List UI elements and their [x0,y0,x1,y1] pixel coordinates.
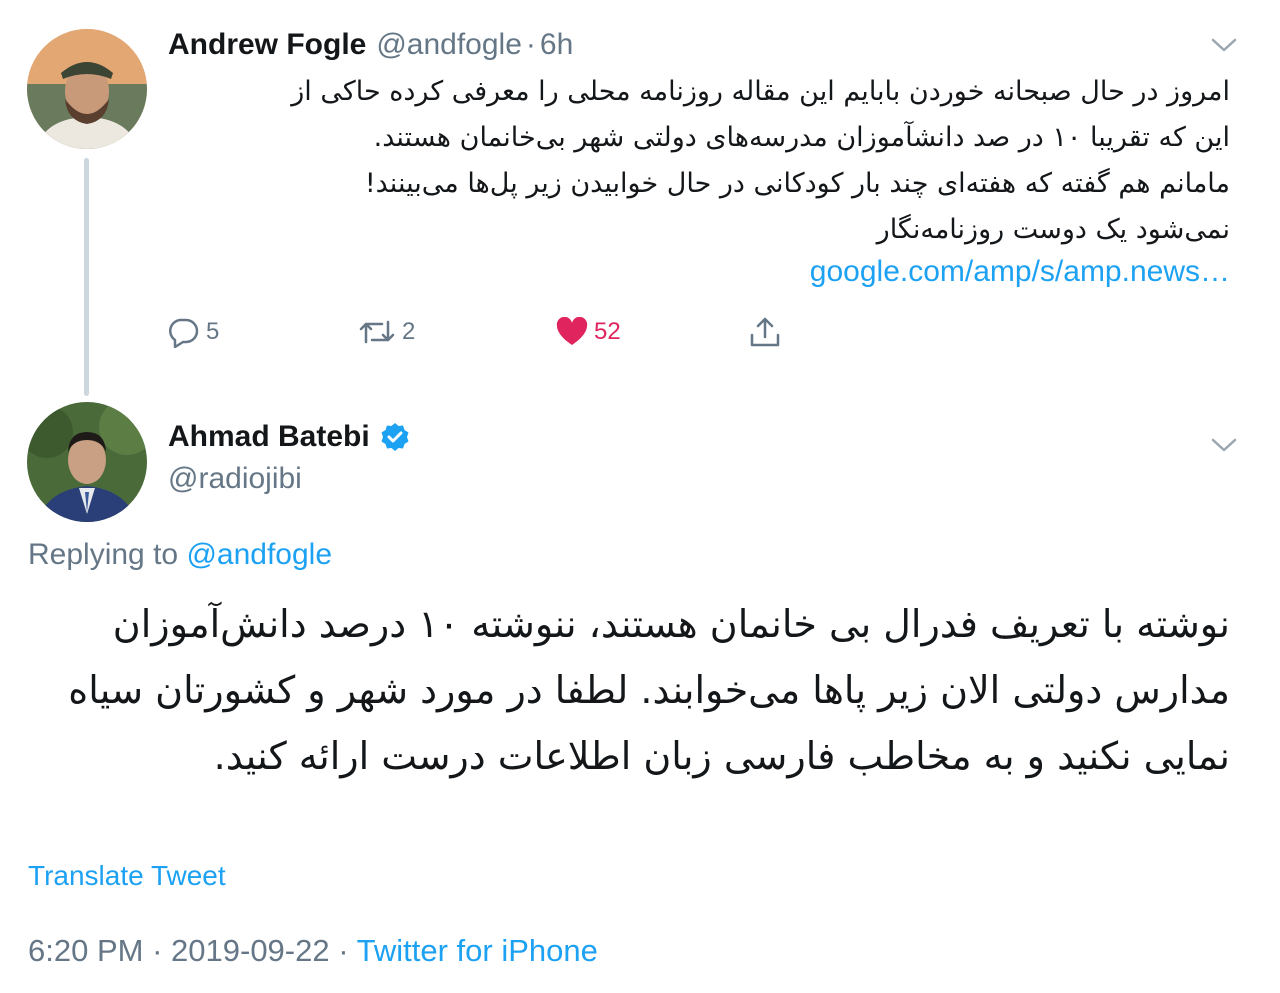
parent-tweet-line-2: این که تقریبا ۱۰ در صد دانشآموزان مدرسه‌… [373,122,1230,153]
share-icon [750,317,780,347]
reply-icon [168,318,199,348]
reply-tweet-header: Ahmad Batebi [168,420,410,454]
tweet-time[interactable]: 6:20 PM [28,933,143,968]
tweet-source[interactable]: Twitter for iPhone [357,933,598,968]
tweet-time[interactable]: 6h [540,28,573,62]
author-handle[interactable]: @andfogle [376,28,522,62]
replying-to: Replying to @andfogle [28,538,332,572]
reply-tweet-line-1: نوشته با تعریف فدرال بی خانمان هستند، نن… [112,602,1230,646]
chevron-down-icon[interactable] [1210,436,1238,454]
parent-tweet-line-4: نمی‌شود یک دوست روزنامه‌نگار [876,214,1230,245]
share-button[interactable] [748,312,782,352]
retweet-icon [359,320,395,344]
parent-tweet-line-1: امروز در حال صبحانه خوردن بابایم این مقا… [291,76,1230,107]
like-button[interactable]: 52 [556,312,621,352]
parent-tweet-header: Andrew Fogle @andfogle · 6h [168,28,573,62]
author-handle[interactable]: @radiojibi [168,462,302,496]
thread-connector [84,158,89,396]
like-count: 52 [594,318,621,345]
retweet-button[interactable]: 2 [358,312,415,352]
replying-prefix: Replying to [28,538,179,571]
reply-tweet-line-2: مدارس دولتی الان زیر پاها می‌خوابند. لطف… [68,668,1230,712]
like-heart-icon [556,317,588,345]
reply-button[interactable]: 5 [166,312,219,352]
author-name[interactable]: Ahmad Batebi [168,420,370,454]
separator: · [338,933,349,968]
author-name[interactable]: Andrew Fogle [168,28,366,62]
translate-tweet-link[interactable]: Translate Tweet [28,860,226,892]
avatar-ahmad-batebi[interactable] [27,402,147,522]
tweet-date[interactable]: 2019-09-22 [171,933,330,968]
replying-mention[interactable]: @andfogle [186,538,332,571]
tweet-metadata: 6:20 PM · 2019-09-22 · Twitter for iPhon… [28,933,598,969]
tweet-link[interactable]: google.com/amp/s/amp.news… [810,255,1230,289]
retweet-count: 2 [402,318,416,345]
separator: · [525,28,536,61]
chevron-down-icon[interactable] [1210,36,1238,54]
avatar-andrew-fogle[interactable] [27,29,147,149]
verified-badge-icon [381,423,409,451]
reply-tweet-line-3: نمایی نکنید و به مخاطب فارسی زبان اطلاعا… [213,734,1230,778]
parent-tweet-line-3: مامانم هم گفته که هفته‌ای چند بار کودکان… [364,168,1230,199]
reply-count: 5 [206,318,220,345]
separator: · [152,933,163,968]
